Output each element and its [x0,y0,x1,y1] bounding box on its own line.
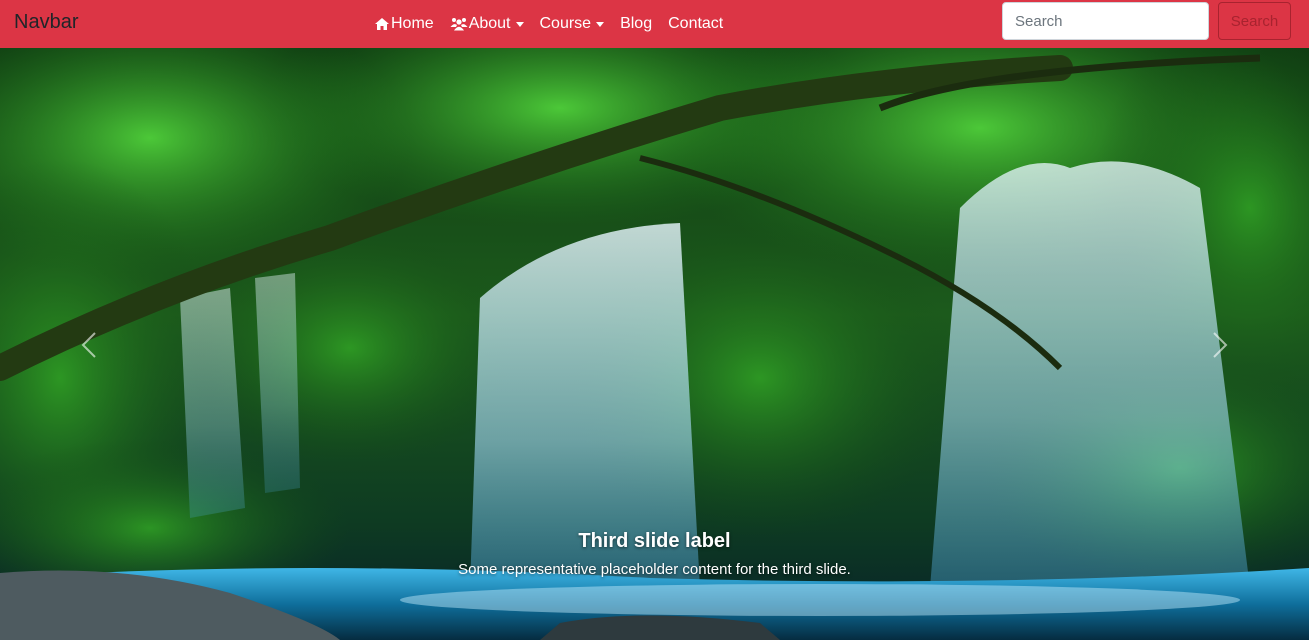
caption-title: Third slide label [578,530,731,552]
caret-down-icon [515,21,524,27]
carousel-prev-button[interactable] [70,318,110,378]
carousel: Third slide label Some representative pl… [0,48,1309,640]
nav-item-course[interactable]: Course [540,14,605,34]
nav-item-blog[interactable]: Blog [620,14,652,34]
nav-item-label: Home [391,15,434,32]
navbar: Navbar Home About Course Blog Contact Se… [0,0,1309,48]
search-input[interactable] [1002,2,1209,40]
carousel-caption: Third slide label Some representative pl… [0,526,1309,581]
caption-text: Some representative placeholder content … [458,561,851,578]
nav-item-label: Course [539,15,592,32]
nav-item-label: Contact [668,15,724,32]
home-icon [375,18,389,30]
search-button[interactable]: Search [1218,2,1291,40]
search-form: Search [1002,2,1291,40]
nav-item-contact[interactable]: Contact [668,14,723,34]
nav-item-label: Blog [620,15,653,32]
chevron-right-icon [1213,332,1228,358]
carousel-next-button[interactable] [1199,318,1239,378]
nav-item-home[interactable]: Home [374,14,434,34]
nav-links: Home About Course Blog Contact [374,0,739,48]
chevron-left-icon [81,332,96,358]
users-icon [450,18,468,31]
nav-item-label: About [468,15,511,32]
caret-down-icon [596,21,605,27]
nav-item-about[interactable]: About [450,14,524,34]
navbar-brand[interactable]: Navbar [14,10,78,34]
